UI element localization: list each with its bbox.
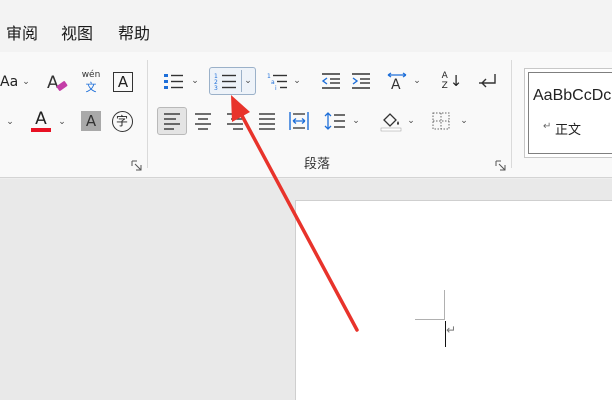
borders-button[interactable]: [426, 107, 456, 135]
decrease-indent-button[interactable]: [316, 67, 346, 95]
numbering-icon: 1 2 3: [214, 73, 237, 91]
increase-indent-button[interactable]: [346, 67, 376, 95]
style-sample: AaBbCcDc: [533, 87, 612, 104]
borders-dropdown[interactable]: ⌄: [458, 107, 470, 135]
justify-button[interactable]: [252, 107, 282, 135]
enclose-characters-icon: 字: [111, 110, 133, 132]
align-center-button[interactable]: [188, 107, 218, 135]
menu-review[interactable]: 审阅: [6, 23, 38, 45]
menu-help[interactable]: 帮助: [118, 23, 150, 45]
change-case-label: Aa: [0, 74, 19, 90]
svg-text:i: i: [275, 85, 277, 91]
style-normal[interactable]: AaBbCcDc ↵ 正文: [528, 72, 612, 154]
distributed-button[interactable]: [284, 107, 314, 135]
numbering-split: [241, 70, 243, 92]
sort-icon: A Z ↓: [441, 71, 463, 91]
paragraph-group-label: 段落: [304, 157, 331, 172]
document-page[interactable]: ↵: [295, 200, 612, 400]
character-border-icon: A: [113, 72, 133, 92]
style-name: 正文: [555, 123, 582, 138]
numbering-dropdown[interactable]: ⌄: [244, 76, 252, 86]
font-color-bar: [31, 128, 51, 132]
line-spacing-button[interactable]: [320, 107, 350, 135]
align-right-icon: [227, 113, 243, 130]
justify-icon: [259, 113, 275, 130]
align-right-button[interactable]: [220, 107, 250, 135]
paragraph-launcher-icon[interactable]: [495, 160, 507, 172]
style-paragraph-mark: ↵: [543, 121, 552, 132]
change-case-dropdown[interactable]: ⌄: [20, 68, 32, 96]
multilevel-list-button[interactable]: 1 a i: [262, 67, 292, 95]
pinyin-bottom: 文: [85, 81, 97, 94]
enclose-characters-button[interactable]: 字: [107, 107, 137, 135]
ribbon: Aa ⌄ A wén 文 A ⌄ A ⌄ A 字 ⌄ 1 2 3 ⌄ 1 a i…: [0, 52, 612, 178]
numbering-button[interactable]: 1 2 3 ⌄: [209, 67, 256, 95]
distributed-icon: [289, 112, 309, 130]
paragraph-mark: ↵: [446, 323, 457, 337]
change-case-button[interactable]: Aa: [0, 68, 18, 96]
show-marks-button[interactable]: [473, 67, 503, 95]
margin-corner-marker: [415, 290, 445, 320]
font-color-dropdown[interactable]: ⌄: [56, 108, 68, 136]
sort-button[interactable]: A Z ↓: [437, 67, 467, 95]
paragraph-shading-button[interactable]: [376, 107, 406, 135]
svg-text:A: A: [391, 77, 401, 91]
menu-view[interactable]: 视图: [61, 23, 93, 45]
font-launcher-icon[interactable]: [131, 160, 143, 172]
svg-text:A: A: [47, 73, 59, 93]
phonetic-guide-button[interactable]: wén 文: [76, 66, 106, 98]
clear-format-button[interactable]: A: [42, 68, 72, 96]
paragraph-shading-dropdown[interactable]: ⌄: [405, 107, 417, 135]
highlight-dropdown[interactable]: ⌄: [4, 108, 16, 136]
paint-bucket-icon: [380, 113, 402, 132]
bullets-dropdown[interactable]: ⌄: [189, 67, 201, 95]
group-separator: [147, 60, 148, 168]
sort-a: A: [441, 71, 448, 81]
character-scaling-dropdown[interactable]: ⌄: [411, 67, 423, 95]
font-color-icon: A: [31, 110, 51, 132]
menu-bar: 审阅 视图 帮助: [0, 0, 612, 52]
character-shading-icon: A: [81, 111, 101, 131]
bullets-button[interactable]: [158, 67, 188, 95]
pinyin-top: wén: [81, 70, 101, 80]
line-spacing-dropdown[interactable]: ⌄: [350, 107, 362, 135]
bullets-icon: [164, 74, 183, 89]
line-spacing-icon: [324, 112, 345, 130]
group-separator: [511, 60, 512, 168]
sort-z: Z: [441, 81, 448, 91]
font-color-letter: A: [35, 109, 47, 129]
character-scaling-icon: A: [387, 72, 407, 91]
character-scaling-button[interactable]: A: [382, 67, 412, 95]
character-shading-button[interactable]: A: [76, 107, 106, 135]
align-left-button[interactable]: [157, 107, 187, 135]
multilevel-list-icon: 1 a i: [267, 73, 287, 91]
borders-icon: [432, 112, 450, 130]
character-border-button[interactable]: A: [108, 68, 138, 96]
align-center-icon: [195, 113, 211, 130]
clear-format-icon: A: [47, 73, 68, 93]
align-left-icon: [164, 113, 180, 130]
styles-gallery: AaBbCcDc ↵ 正文: [524, 68, 612, 158]
svg-text:3: 3: [214, 85, 218, 91]
font-color-button[interactable]: A: [26, 107, 56, 135]
decrease-indent-icon: [321, 73, 340, 89]
show-marks-icon: [479, 74, 496, 88]
increase-indent-icon: [352, 73, 370, 89]
multilevel-list-dropdown[interactable]: ⌄: [291, 67, 303, 95]
